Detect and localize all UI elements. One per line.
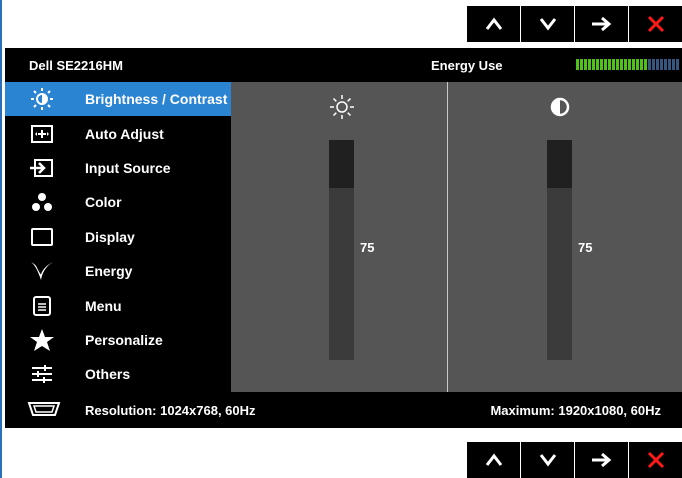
contrast-icon [547, 94, 573, 120]
menu-item-personalize[interactable]: Personalize [5, 323, 231, 357]
energy-meter-segment [624, 59, 627, 70]
auto-adjust-icon [29, 122, 55, 146]
top-button-bar [467, 6, 682, 42]
model-name: Dell SE2216HM [29, 58, 123, 73]
up-icon [485, 453, 502, 466]
energy-meter-segment [580, 59, 583, 70]
bottom-button-bar [467, 442, 682, 478]
brightness-icon [29, 87, 55, 111]
menu-item-input-source[interactable]: Input Source [5, 151, 231, 185]
menu-item-color[interactable]: Color [5, 185, 231, 219]
energy-meter-segment [612, 59, 615, 70]
osd-footer: Resolution: 1024x768, 60Hz Maximum: 1920… [5, 392, 682, 428]
energy-leaf-icon [29, 259, 55, 283]
brightness-contrast-panel: 75 75 [231, 82, 682, 392]
down-icon [539, 18, 556, 31]
contrast-value: 75 [578, 240, 593, 255]
menu-item-auto-adjust[interactable]: Auto Adjust [5, 116, 231, 150]
brightness-value: 75 [360, 240, 375, 255]
sliders-icon [29, 362, 55, 386]
energy-meter-segment [676, 59, 679, 70]
close-icon [647, 451, 664, 469]
energy-meter-segment [664, 59, 667, 70]
menu-item-others[interactable]: Others [5, 357, 231, 391]
menu-item-menu[interactable]: Menu [5, 288, 231, 322]
energy-meter-segment [648, 59, 651, 70]
energy-meter-segment [628, 59, 631, 70]
menu-item-label: Color [85, 194, 122, 211]
energy-meter-segment [604, 59, 607, 70]
star-icon [29, 328, 55, 352]
energy-meter-segment [668, 59, 671, 70]
menu-item-energy[interactable]: Energy [5, 254, 231, 288]
energy-meter-segment [656, 59, 659, 70]
close-icon [647, 15, 664, 33]
energy-meter-segment [672, 59, 675, 70]
menu-item-label: Menu [85, 297, 122, 314]
energy-meter-segment [608, 59, 611, 70]
energy-meter-segment [600, 59, 603, 70]
energy-meter-segment [576, 59, 579, 70]
input-source-icon [29, 156, 55, 180]
up-button[interactable] [467, 442, 520, 478]
energy-use-meter [576, 59, 682, 70]
menu-item-label: Input Source [85, 159, 171, 176]
color-icon [29, 190, 55, 214]
resolution-text: Resolution: 1024x768, 60Hz [85, 403, 256, 418]
menu-item-label: Display [85, 228, 135, 245]
menu-item-brightness-contrast[interactable]: Brightness / Contrast [5, 82, 231, 117]
menu-item-label: Brightness / Contrast [85, 91, 228, 108]
energy-meter-segment [584, 59, 587, 70]
up-button[interactable] [467, 6, 520, 42]
menu-item-label: Others [85, 366, 131, 383]
exit-button[interactable] [629, 442, 682, 478]
vga-connector-icon [27, 401, 61, 420]
down-button[interactable] [521, 442, 574, 478]
energy-meter-segment [632, 59, 635, 70]
window-frame-line [0, 0, 2, 478]
maximum-resolution-text: Maximum: 1920x1080, 60Hz [490, 403, 661, 418]
energy-meter-segment [636, 59, 639, 70]
right-arrow-icon [591, 452, 611, 468]
energy-meter-segment [596, 59, 599, 70]
display-icon [29, 225, 55, 249]
menu-item-label: Auto Adjust [85, 125, 164, 142]
enter-button[interactable] [575, 6, 628, 42]
main-menu: Brightness / Contrast Auto Adjust Input … [5, 82, 231, 392]
energy-meter-segment [616, 59, 619, 70]
brightness-slider-remainder [329, 140, 354, 188]
energy-meter-segment [644, 59, 647, 70]
energy-meter-segment [588, 59, 591, 70]
menu-item-label: Personalize [85, 331, 163, 348]
contrast-slider-remainder [547, 140, 572, 188]
right-arrow-icon [591, 16, 611, 32]
energy-use-label: Energy Use [431, 58, 503, 73]
enter-button[interactable] [575, 442, 628, 478]
exit-button[interactable] [629, 6, 682, 42]
menu-item-label: Energy [85, 263, 133, 280]
up-icon [485, 17, 502, 30]
energy-meter-segment [620, 59, 623, 70]
down-button[interactable] [521, 6, 574, 42]
menu-item-display[interactable]: Display [5, 220, 231, 254]
panel-divider [447, 82, 448, 392]
osd-window: Dell SE2216HM Energy Use Brightness / Co… [5, 48, 682, 428]
brightness-slider[interactable] [329, 140, 354, 360]
osd-header: Dell SE2216HM Energy Use [5, 48, 682, 82]
energy-meter-segment [660, 59, 663, 70]
energy-meter-segment [640, 59, 643, 70]
menu-icon [29, 294, 55, 318]
down-icon [539, 454, 556, 467]
contrast-slider[interactable] [547, 140, 572, 360]
sun-icon [329, 94, 355, 120]
energy-meter-segment [652, 59, 655, 70]
energy-meter-segment [592, 59, 595, 70]
